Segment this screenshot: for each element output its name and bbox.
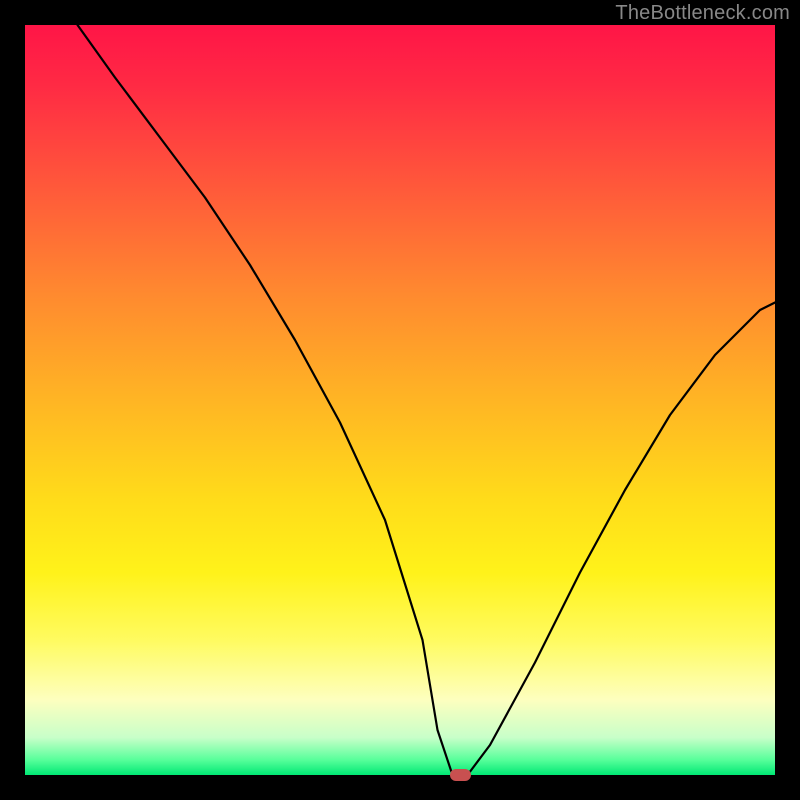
curve-path	[78, 25, 776, 775]
minimum-marker	[450, 769, 471, 781]
bottleneck-curve	[25, 25, 775, 775]
plot-area	[25, 25, 775, 775]
watermark-text: TheBottleneck.com	[615, 2, 790, 25]
chart-frame: TheBottleneck.com	[0, 0, 800, 800]
